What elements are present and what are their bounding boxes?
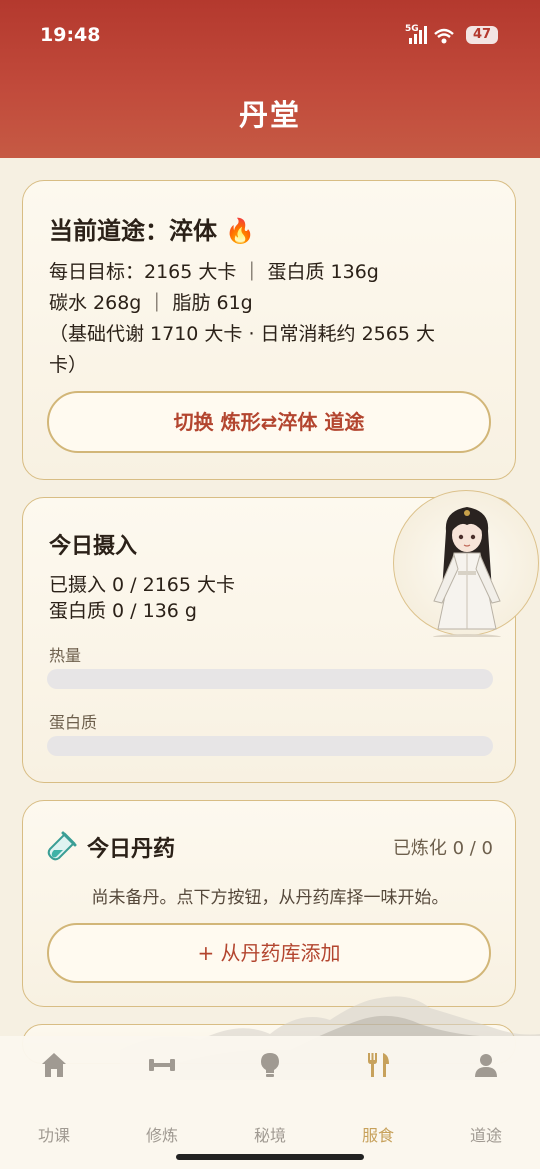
pill-refined-status: 已炼化 0 / 0	[392, 838, 493, 859]
lightbulb-icon	[261, 1053, 279, 1077]
path-card: 当前道途：淬体 🔥 每日目标：2165 大卡 ｜ 蛋白质 136g 碳水 268…	[22, 180, 516, 480]
protein-progress-bar	[47, 736, 493, 756]
battery-indicator: 47	[466, 26, 498, 44]
svg-text:5G: 5G	[405, 24, 419, 34]
status-bar: 19:48 5G 47	[0, 0, 540, 70]
home-indicator[interactable]	[176, 1154, 364, 1160]
pill-card: 今日丹药 已炼化 0 / 0 尚未备丹。点下方按钮，从丹药库择一味开始。 + 从…	[22, 800, 516, 1007]
nav-label-diet: 服食	[361, 1126, 394, 1145]
macros-text: 碳水 268g ｜ 脂肪 61g	[49, 292, 253, 314]
app-header: 19:48 5G 47 丹堂	[0, 0, 540, 158]
user-icon	[475, 1054, 497, 1077]
calories-bar-label: 热量	[49, 646, 82, 665]
intake-card: 今日摄入 已摄入 0 / 2165 大卡 蛋白质 0 / 136 g 热量 蛋白…	[22, 490, 539, 783]
nav-item-diet[interactable]: 服食	[324, 1050, 432, 1145]
add-from-library-button[interactable]: + 从丹药库添加	[47, 923, 491, 983]
switch-path-button[interactable]: 切换 炼形⇄淬体 道途	[47, 391, 491, 453]
calories-progress-bar	[47, 669, 493, 689]
status-time: 19:48	[40, 24, 101, 46]
protein-bar-label: 蛋白质	[49, 713, 98, 732]
nav-item-training[interactable]: 修炼	[108, 1050, 216, 1145]
nav-label-training: 修炼	[145, 1126, 178, 1145]
signal-icon: 5G	[405, 24, 454, 44]
bottom-nav: 功课 修炼 秘境 服食 道途	[0, 1036, 540, 1169]
nav-label-home: 功课	[37, 1126, 70, 1145]
pill-title: 今日丹药	[87, 837, 176, 862]
daily-goal-text: 每日目标：2165 大卡 ｜ 蛋白质 136g	[49, 261, 379, 283]
home-icon	[42, 1053, 66, 1077]
nav-item-home[interactable]: 功课	[0, 1050, 108, 1145]
metabolism-note-line2: 卡）	[49, 354, 88, 376]
calories-intake-text: 已摄入 0 / 2165 大卡	[49, 574, 236, 596]
nav-item-path[interactable]: 道途	[432, 1050, 540, 1145]
test-tube-icon	[47, 831, 77, 861]
page-title: 丹堂	[238, 98, 301, 132]
intake-title: 今日摄入	[49, 534, 138, 559]
dumbbell-icon	[149, 1059, 175, 1071]
avatar	[393, 490, 539, 640]
avatar-figure-icon	[433, 507, 501, 640]
empty-pill-hint: 尚未备丹。点下方按钮，从丹药库择一味开始。	[91, 888, 449, 908]
current-path-title: 当前道途：淬体 🔥	[49, 217, 256, 245]
nav-label-path: 道途	[469, 1126, 502, 1145]
metabolism-note-line1: （基础代谢 1710 大卡 · 日常消耗约 2565 大	[49, 323, 435, 345]
protein-intake-text: 蛋白质 0 / 136 g	[49, 600, 197, 622]
nav-item-secret[interactable]: 秘境	[216, 1050, 324, 1145]
nav-label-secret: 秘境	[253, 1126, 286, 1145]
utensils-icon	[368, 1053, 389, 1077]
